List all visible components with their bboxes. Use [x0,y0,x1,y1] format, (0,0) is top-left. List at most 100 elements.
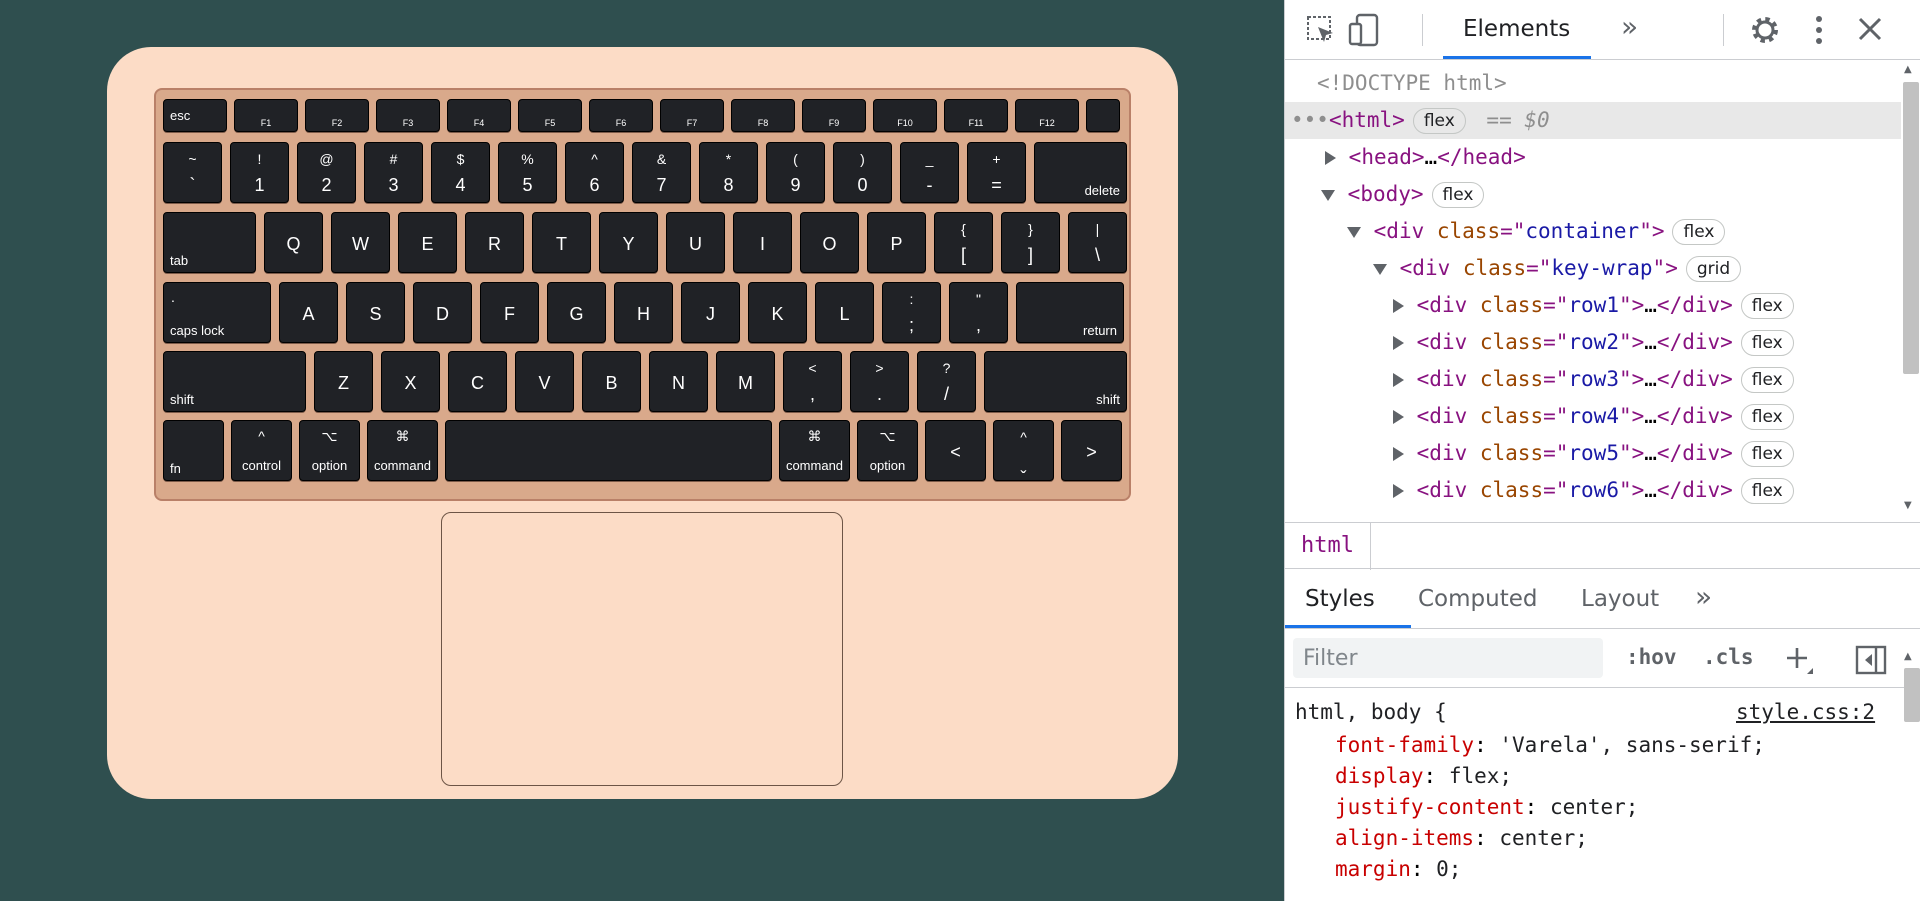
trackpad[interactable] [441,512,843,786]
key-_-[interactable]: _ - [900,142,959,203]
key-s[interactable]: S [346,282,405,343]
expand-arrow-icon[interactable] [1393,373,1404,387]
key-option[interactable]: ⌥ option [299,420,360,481]
key-)0[interactable]: ) 0 [833,142,892,203]
key-b[interactable]: B [582,351,641,412]
key-l[interactable]: L [815,282,874,343]
tab-elements[interactable]: Elements [1463,16,1570,42]
key-f1[interactable]: F1 [234,99,298,132]
expand-arrow-icon[interactable] [1325,151,1336,165]
css-property[interactable]: display [1335,764,1424,788]
collapse-arrow-icon[interactable] [1347,226,1361,238]
more-tabs-button[interactable]: » [1695,580,1712,613]
key-e[interactable]: E [398,212,457,273]
key-y[interactable]: Y [599,212,658,273]
key-shift[interactable]: shift [984,351,1127,412]
gear-icon[interactable] [1749,14,1781,46]
css-value[interactable]: center; [1499,826,1588,850]
styles-scroll-up-icon[interactable]: ▲ [1904,651,1912,662]
key-j[interactable]: J [681,282,740,343]
key-#3[interactable]: #3 [364,142,423,203]
key-n[interactable]: N [649,351,708,412]
key-f[interactable]: F [480,282,539,343]
key-i[interactable]: I [733,212,792,273]
key-f8[interactable]: F8 [731,99,795,132]
dom-row6-line[interactable]: <div class="row6">…</div> flex [1285,472,1901,509]
key-return[interactable]: return [1016,282,1124,343]
key-q[interactable]: Q [264,212,323,273]
key-control[interactable]: ^ control [231,420,292,481]
key-~`[interactable]: ~ ` [163,142,222,203]
key-^6[interactable]: ^ 6 [565,142,624,203]
css-declaration[interactable]: font-family: 'Varela', sans-serif; [1335,733,1765,757]
key-u[interactable]: U [666,212,725,273]
css-property[interactable]: justify-content [1335,795,1525,819]
css-source-link[interactable]: style.css:2 [1736,700,1875,724]
flex-badge[interactable]: flex [1740,367,1794,393]
key-tab[interactable]: tab [163,212,256,273]
key-command[interactable]: ⌘ command [779,420,850,481]
scroll-down-icon[interactable]: ▼ [1904,500,1912,511]
key-<[interactable]: < [925,420,986,481]
tab-styles[interactable]: Styles [1305,586,1375,612]
css-declaration[interactable]: display: flex; [1335,764,1512,788]
collapsed-ellipsis[interactable]: … [1425,145,1438,169]
flex-badge[interactable]: flex [1740,478,1794,504]
key-f4[interactable]: F4 [447,99,511,132]
key-",[interactable]: ", [949,282,1008,343]
collapsed-ellipsis[interactable]: … [1644,293,1657,317]
collapse-arrow-icon[interactable] [1373,263,1387,275]
hov-button[interactable]: :hov [1626,645,1677,669]
scroll-up-icon[interactable]: ▲ [1904,64,1912,75]
filter-input[interactable]: Filter [1293,638,1603,678]
key-space[interactable] [445,420,772,481]
css-property[interactable]: margin [1335,857,1411,881]
key-&7[interactable]: & 7 [632,142,691,203]
dom-row1-line[interactable]: <div class="row1">…</div> flex [1285,287,1901,324]
key-f6[interactable]: F6 [589,99,653,132]
key-delete[interactable]: delete [1034,142,1127,203]
css-value[interactable]: 'Varela', sans-serif; [1499,733,1765,757]
key-k[interactable]: K [748,282,807,343]
key-<,[interactable]: <, [783,351,842,412]
key-fn[interactable]: fn [163,420,224,481]
flex-badge[interactable]: flex [1431,182,1485,208]
key-c[interactable]: C [448,351,507,412]
cls-button[interactable]: .cls [1703,645,1754,669]
key-!1[interactable]: ! 1 [230,142,289,203]
flex-badge[interactable]: flex [1740,404,1794,430]
key-f11[interactable]: F11 [944,99,1008,132]
more-options-icon[interactable] [1813,14,1825,46]
expand-arrow-icon[interactable] [1393,447,1404,461]
key-f7[interactable]: F7 [660,99,724,132]
css-declaration[interactable]: align-items: center; [1335,826,1588,850]
dom-doctype[interactable]: <!DOCTYPE html> [1285,65,1901,102]
flex-badge[interactable]: flex [1740,330,1794,356]
key-f2[interactable]: F2 [305,99,369,132]
key-p[interactable]: P [867,212,926,273]
expand-arrow-icon[interactable] [1393,299,1404,313]
flex-badge[interactable]: flex [1740,293,1794,319]
tab-computed[interactable]: Computed [1418,586,1537,612]
key-x[interactable]: X [381,351,440,412]
flex-badge[interactable]: flex [1740,441,1794,467]
key-*8[interactable]: * 8 [699,142,758,203]
key-o[interactable]: O [800,212,859,273]
dom-keywrap-line[interactable]: <div class="key-wrap"> grid [1285,250,1901,287]
dom-html-line[interactable]: •••<html> flex == $0 [1285,102,1901,139]
key-command[interactable]: ⌘ command [367,420,438,481]
key-a[interactable]: A [279,282,338,343]
dom-row5-line[interactable]: <div class="row5">…</div> flex [1285,435,1901,472]
key-r[interactable]: R [465,212,524,273]
device-toolbar-icon[interactable] [1347,12,1381,48]
new-style-rule-icon[interactable] [1785,646,1815,676]
key-d[interactable]: D [413,282,472,343]
dom-body-line[interactable]: <body> flex [1285,176,1901,213]
key->.[interactable]: >. [850,351,909,412]
key-%5[interactable]: % 5 [498,142,557,203]
styles-scrollbar-thumb[interactable] [1904,668,1920,722]
dom-row2-line[interactable]: <div class="row2">…</div> flex [1285,324,1901,361]
close-icon[interactable] [1857,16,1883,42]
collapsed-ellipsis[interactable]: … [1644,478,1657,502]
collapse-arrow-icon[interactable] [1321,189,1335,201]
